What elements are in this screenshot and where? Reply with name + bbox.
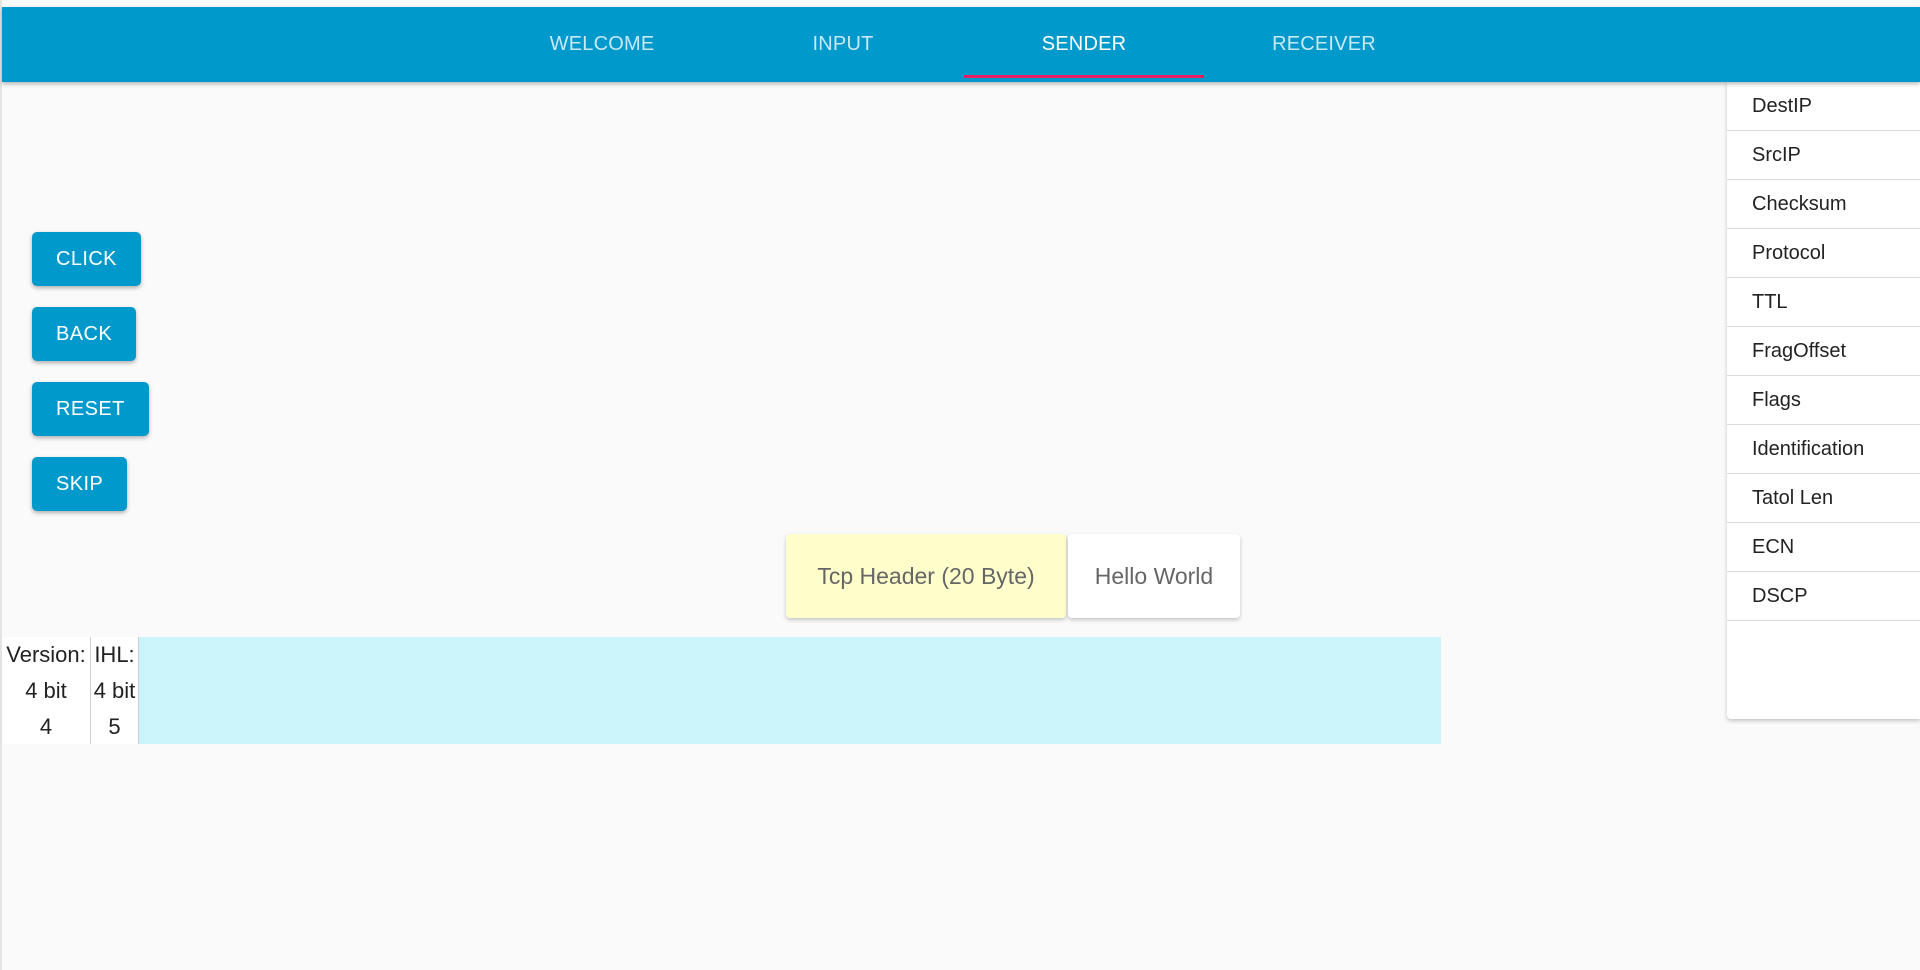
tab-sender[interactable]: SENDER [964, 7, 1204, 82]
field-list-item-checksum[interactable]: Checksum [1727, 180, 1920, 229]
field-list-item-dscp[interactable]: DSCP [1727, 572, 1920, 621]
payload-chip[interactable]: Hello World [1068, 534, 1240, 618]
field-list-item-protocol[interactable]: Protocol [1727, 229, 1920, 278]
active-tab-indicator [964, 75, 1204, 78]
field-list-item-destip[interactable]: DestIP [1727, 82, 1920, 131]
field-list-item-ecn[interactable]: ECN [1727, 523, 1920, 572]
field-size: 4 bit [93, 678, 136, 703]
tab-input[interactable]: INPUT [723, 7, 963, 82]
click-button[interactable]: CLICK [32, 232, 141, 286]
tab-receiver[interactable]: RECEIVER [1204, 7, 1444, 82]
field-size: 4 bit [25, 678, 67, 703]
field-list-item-ttl[interactable]: TTL [1727, 278, 1920, 327]
tcp-header-chip[interactable]: Tcp Header (20 Byte) [786, 534, 1066, 618]
field-list-panel: DestIP SrcIP Checksum Protocol TTL FragO… [1727, 82, 1920, 719]
field-list-item-fragoffset[interactable]: FragOffset [1727, 327, 1920, 376]
version-field[interactable]: Version: 4 bit 4 [2, 637, 91, 744]
back-button[interactable]: BACK [32, 307, 137, 361]
field-list-item-flags[interactable]: Flags [1727, 376, 1920, 425]
ip-header-field-strip: Version: 4 bit 4 IHL: 4 bit 5 [2, 637, 1441, 744]
field-value: 4 [39, 714, 53, 739]
top-tab-bar: WELCOME INPUT SENDER RECEIVER [2, 7, 1920, 82]
skip-button[interactable]: SKIP [32, 457, 128, 511]
field-value: 5 [108, 714, 121, 739]
page-left-border [0, 0, 2, 970]
field-name: IHL: [94, 642, 135, 667]
ihl-field[interactable]: IHL: 4 bit 5 [91, 637, 139, 744]
field-name: Version: [6, 642, 86, 667]
field-list-item-identification[interactable]: Identification [1727, 425, 1920, 474]
tab-welcome[interactable]: WELCOME [482, 7, 722, 82]
reset-button[interactable]: RESET [32, 382, 149, 436]
field-list-item-srcip[interactable]: SrcIP [1727, 131, 1920, 180]
field-list-item-total-len[interactable]: Tatol Len [1727, 474, 1920, 523]
